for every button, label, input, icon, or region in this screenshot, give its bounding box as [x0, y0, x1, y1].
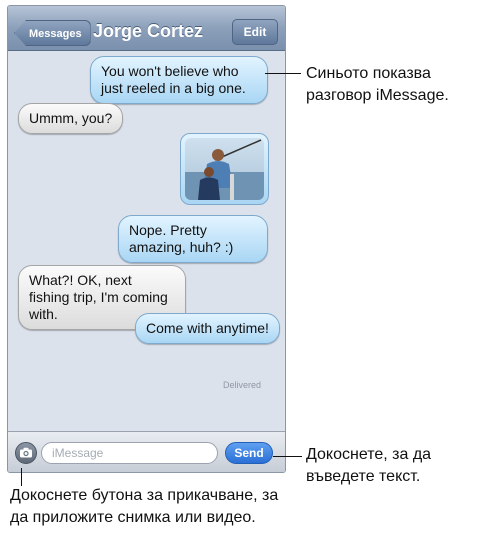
annotation-attach-button: Докоснете бутона за прикачване, за да пр… [10, 487, 279, 526]
message-bubble-sent[interactable]: Nope. Pretty amazing, huh? :) [118, 215, 268, 263]
phone-screen: Messages Jorge Cortez Edit You won't bel… [7, 5, 286, 473]
fishing-photo [185, 138, 264, 200]
send-button[interactable]: Send [225, 442, 273, 464]
delivered-status: Delivered [223, 380, 262, 390]
camera-icon[interactable] [15, 442, 37, 464]
message-bubble-sent[interactable]: You won't believe who just reeled in a b… [90, 56, 268, 104]
photo-message-bubble[interactable] [180, 133, 269, 205]
message-input-bar: iMessage Send [8, 431, 285, 472]
message-bubble-sent[interactable]: Come with anytime! [135, 313, 280, 344]
callout-line-text [273, 456, 302, 457]
messages-back-button[interactable]: Messages [14, 20, 91, 46]
annotation-text-field: Докоснете, за да въведете текст. [306, 446, 432, 485]
navigation-bar: Messages Jorge Cortez Edit [8, 6, 285, 51]
message-text-input[interactable]: iMessage [41, 442, 218, 464]
message-bubble-received[interactable]: Ummm, you? [18, 103, 124, 134]
conversation-title: Jorge Cortez [92, 21, 204, 41]
conversation-area[interactable]: You won't believe who just reeled in a b… [8, 51, 285, 431]
edit-button[interactable]: Edit [232, 19, 278, 45]
annotation-blue-bubble: Синьото показва разговор iMessage. [306, 65, 449, 104]
callout-line-attach [21, 468, 22, 486]
callout-line-blue [265, 73, 301, 74]
